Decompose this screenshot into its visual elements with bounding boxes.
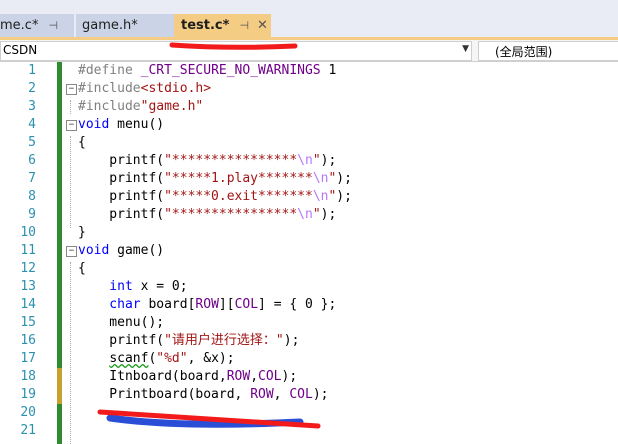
close-icon[interactable]: ✕	[257, 18, 268, 33]
change-bar-saved	[57, 62, 62, 368]
code-line: void menu()	[78, 117, 165, 132]
line-number: 12	[20, 261, 36, 276]
fold-guide	[70, 136, 71, 228]
line-number: 13	[20, 279, 36, 294]
line-number: 2	[28, 81, 36, 96]
line-number: 18	[20, 369, 36, 384]
line-number: 17	[20, 351, 36, 366]
line-number: 9	[28, 207, 36, 222]
tab-bar: me.c* ⊣ game.h* test.c* ⊣ ✕	[0, 0, 618, 40]
line-number: 19	[20, 387, 36, 402]
code-line: {	[78, 135, 86, 150]
line-number: 4	[28, 117, 36, 132]
line-number: 6	[28, 153, 36, 168]
line-number: 11	[20, 243, 36, 258]
fold-guide	[70, 100, 71, 114]
code-line: printf("*****1.play*******\n");	[78, 171, 352, 186]
tab-me-c[interactable]: me.c* ⊣	[0, 14, 74, 37]
fold-collapse-icon[interactable]: −	[66, 120, 77, 131]
code-line: void game()	[78, 243, 165, 258]
code-line: menu();	[78, 315, 165, 330]
change-bar-saved	[57, 404, 62, 444]
scope-value: CSDN	[3, 43, 38, 57]
navigation-bar: CSDN ▼ (全局范围)	[0, 40, 618, 62]
code-line: #include<stdio.h>	[78, 81, 212, 96]
line-number: 7	[28, 171, 36, 186]
code-line: printf("*****0.exit*******\n");	[78, 189, 352, 204]
tab-game-h[interactable]: game.h*	[76, 14, 178, 37]
member-dropdown[interactable]: (全局范围)	[478, 41, 618, 61]
line-number: 5	[28, 135, 36, 150]
code-line: }	[78, 225, 86, 240]
change-bar-unsaved	[57, 368, 62, 404]
code-line: Printboard(board, ROW, COL);	[78, 387, 329, 402]
line-number: 15	[20, 315, 36, 330]
line-number: 1	[28, 63, 36, 78]
fold-guide	[70, 262, 71, 444]
code-line: printf("请用户进行选择：");	[78, 333, 300, 348]
pin-icon[interactable]: ⊣	[48, 19, 58, 32]
code-line: {	[78, 261, 86, 276]
tab-label: me.c*	[0, 18, 39, 33]
code-line: Itnboard(board,ROW,COL);	[78, 369, 298, 384]
code-line: int x = 0;	[78, 279, 188, 294]
line-number: 8	[28, 189, 36, 204]
line-number: 21	[20, 423, 36, 438]
code-editor[interactable]: − − − #define _CRT_SECURE_NO_WARNINGS 1 …	[66, 62, 618, 444]
fold-collapse-icon[interactable]: −	[66, 246, 77, 257]
code-line: char board[ROW][COL] = { 0 };	[78, 297, 337, 312]
code-line: printf("****************\n");	[78, 153, 337, 168]
line-number: 14	[20, 297, 36, 312]
code-line: scanf("%d", &x);	[109, 351, 235, 366]
tab-label: test.c*	[181, 18, 230, 33]
line-number-gutter: 1 2 3 4 5 6 7 8 9 10 11 12 13 14 15 16 1…	[0, 62, 62, 444]
fold-collapse-icon[interactable]: −	[66, 84, 77, 95]
line-number: 3	[28, 99, 36, 114]
pin-icon[interactable]: ⊣	[239, 19, 249, 32]
scope-dropdown[interactable]: CSDN ▼	[0, 41, 472, 61]
member-value: (全局范围)	[495, 45, 553, 59]
line-number: 16	[20, 333, 36, 348]
code-line: #define _CRT_SECURE_NO_WARNINGS 1	[78, 63, 337, 78]
code-line: printf("****************\n");	[78, 207, 337, 222]
tab-label: game.h*	[82, 18, 138, 33]
chevron-down-icon[interactable]: ▼	[462, 44, 469, 54]
code-line: #include"game.h"	[78, 99, 204, 114]
line-number: 20	[20, 405, 36, 420]
line-number: 10	[20, 225, 36, 240]
